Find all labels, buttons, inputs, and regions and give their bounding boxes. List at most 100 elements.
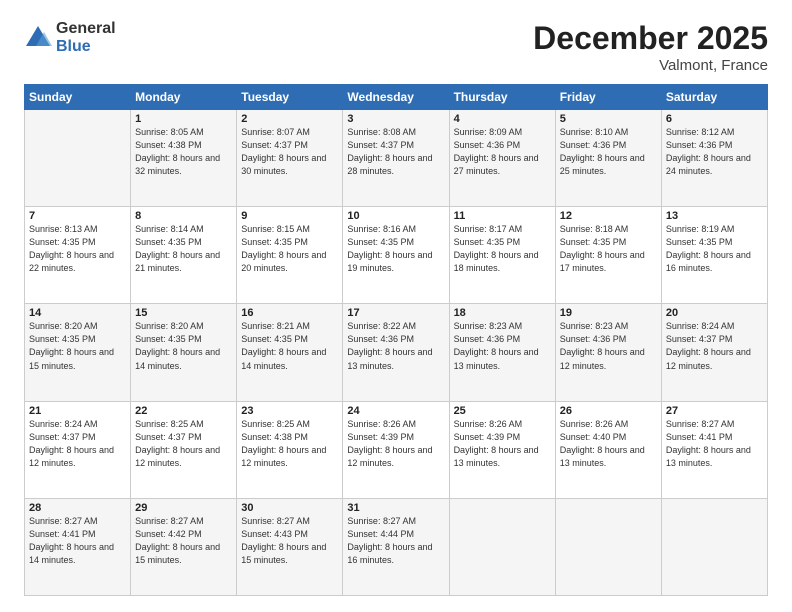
day-info: Sunrise: 8:20 AMSunset: 4:35 PMDaylight:… bbox=[29, 321, 114, 370]
day-number: 22 bbox=[135, 405, 232, 417]
day-info: Sunrise: 8:16 AMSunset: 4:35 PMDaylight:… bbox=[347, 224, 432, 273]
col-sunday: Sunday bbox=[25, 85, 131, 110]
month-title: December 2025 bbox=[533, 20, 768, 57]
day-number: 6 bbox=[666, 113, 763, 125]
day-info: Sunrise: 8:05 AMSunset: 4:38 PMDaylight:… bbox=[135, 127, 220, 176]
day-info: Sunrise: 8:26 AMSunset: 4:40 PMDaylight:… bbox=[560, 419, 645, 468]
day-cell: 15 Sunrise: 8:20 AMSunset: 4:35 PMDayligh… bbox=[131, 304, 237, 401]
day-info: Sunrise: 8:07 AMSunset: 4:37 PMDaylight:… bbox=[241, 127, 326, 176]
day-number: 15 bbox=[135, 307, 232, 319]
day-number: 9 bbox=[241, 210, 338, 222]
day-info: Sunrise: 8:27 AMSunset: 4:42 PMDaylight:… bbox=[135, 516, 220, 565]
col-thursday: Thursday bbox=[449, 85, 555, 110]
day-number: 17 bbox=[347, 307, 444, 319]
day-number: 4 bbox=[454, 113, 551, 125]
day-info: Sunrise: 8:19 AMSunset: 4:35 PMDaylight:… bbox=[666, 224, 751, 273]
header: General Blue December 2025 Valmont, Fran… bbox=[24, 20, 768, 74]
day-info: Sunrise: 8:13 AMSunset: 4:35 PMDaylight:… bbox=[29, 224, 114, 273]
day-cell: 8Sunrise: 8:14 AMSunset: 4:35 PMDaylight… bbox=[131, 207, 237, 304]
day-number: 14 bbox=[29, 307, 126, 319]
title-block: December 2025 Valmont, France bbox=[533, 20, 768, 74]
day-info: Sunrise: 8:24 AMSunset: 4:37 PMDaylight:… bbox=[666, 321, 751, 370]
day-cell: 14 Sunrise: 8:20 AMSunset: 4:35 PMDayligh… bbox=[25, 304, 131, 401]
day-cell: 3 Sunrise: 8:08 AMSunset: 4:37 PMDaylight… bbox=[343, 110, 449, 207]
day-cell: 28 Sunrise: 8:27 AMSunset: 4:41 PMDayligh… bbox=[25, 498, 131, 595]
day-info: Sunrise: 8:27 AMSunset: 4:41 PMDaylight:… bbox=[29, 516, 114, 565]
day-info: Sunrise: 8:27 AMSunset: 4:41 PMDaylight:… bbox=[666, 419, 751, 468]
day-cell: 25Sunrise: 8:26 AMSunset: 4:39 PMDayligh… bbox=[449, 401, 555, 498]
day-cell: 12Sunrise: 8:18 AMSunset: 4:35 PMDayligh… bbox=[555, 207, 661, 304]
day-cell: 30 Sunrise: 8:27 AMSunset: 4:43 PMDayligh… bbox=[237, 498, 343, 595]
day-info: Sunrise: 8:20 AMSunset: 4:35 PMDaylight:… bbox=[135, 321, 220, 370]
day-cell: 5 Sunrise: 8:10 AMSunset: 4:36 PMDaylight… bbox=[555, 110, 661, 207]
logo-blue: Blue bbox=[56, 38, 116, 56]
day-info: Sunrise: 8:10 AMSunset: 4:36 PMDaylight:… bbox=[560, 127, 645, 176]
day-number: 19 bbox=[560, 307, 657, 319]
day-number: 10 bbox=[347, 210, 444, 222]
day-number: 5 bbox=[560, 113, 657, 125]
day-info: Sunrise: 8:21 AMSunset: 4:35 PMDaylight:… bbox=[241, 321, 326, 370]
day-cell: 26 Sunrise: 8:26 AMSunset: 4:40 PMDayligh… bbox=[555, 401, 661, 498]
day-number: 18 bbox=[454, 307, 551, 319]
day-info: Sunrise: 8:25 AMSunset: 4:38 PMDaylight:… bbox=[241, 419, 326, 468]
col-wednesday: Wednesday bbox=[343, 85, 449, 110]
day-info: Sunrise: 8:24 AMSunset: 4:37 PMDaylight:… bbox=[29, 419, 114, 468]
day-cell: 4Sunrise: 8:09 AMSunset: 4:36 PMDaylight… bbox=[449, 110, 555, 207]
day-number: 28 bbox=[29, 502, 126, 514]
day-number: 7 bbox=[29, 210, 126, 222]
day-cell: 24 Sunrise: 8:26 AMSunset: 4:39 PMDayligh… bbox=[343, 401, 449, 498]
day-number: 24 bbox=[347, 405, 444, 417]
day-cell: 6 Sunrise: 8:12 AMSunset: 4:36 PMDaylight… bbox=[661, 110, 767, 207]
calendar-table: Sunday Monday Tuesday Wednesday Thursday… bbox=[24, 84, 768, 596]
week-row-4: 28 Sunrise: 8:27 AMSunset: 4:41 PMDayligh… bbox=[25, 498, 768, 595]
day-cell: 31 Sunrise: 8:27 AMSunset: 4:44 PMDayligh… bbox=[343, 498, 449, 595]
day-number: 30 bbox=[241, 502, 338, 514]
day-cell: 23 Sunrise: 8:25 AMSunset: 4:38 PMDayligh… bbox=[237, 401, 343, 498]
day-number: 20 bbox=[666, 307, 763, 319]
day-info: Sunrise: 8:27 AMSunset: 4:43 PMDaylight:… bbox=[241, 516, 326, 565]
day-info: Sunrise: 8:26 AMSunset: 4:39 PMDaylight:… bbox=[347, 419, 432, 468]
day-info: Sunrise: 8:12 AMSunset: 4:36 PMDaylight:… bbox=[666, 127, 751, 176]
day-number: 23 bbox=[241, 405, 338, 417]
week-row-0: 1Sunrise: 8:05 AMSunset: 4:38 PMDaylight… bbox=[25, 110, 768, 207]
col-monday: Monday bbox=[131, 85, 237, 110]
day-cell: 2 Sunrise: 8:07 AMSunset: 4:37 PMDaylight… bbox=[237, 110, 343, 207]
col-tuesday: Tuesday bbox=[237, 85, 343, 110]
day-info: Sunrise: 8:08 AMSunset: 4:37 PMDaylight:… bbox=[347, 127, 432, 176]
day-info: Sunrise: 8:25 AMSunset: 4:37 PMDaylight:… bbox=[135, 419, 220, 468]
day-cell: 22 Sunrise: 8:25 AMSunset: 4:37 PMDayligh… bbox=[131, 401, 237, 498]
day-cell bbox=[555, 498, 661, 595]
day-info: Sunrise: 8:26 AMSunset: 4:39 PMDaylight:… bbox=[454, 419, 539, 468]
day-cell: 19 Sunrise: 8:23 AMSunset: 4:36 PMDayligh… bbox=[555, 304, 661, 401]
day-cell bbox=[25, 110, 131, 207]
day-cell: 7 Sunrise: 8:13 AMSunset: 4:35 PMDaylight… bbox=[25, 207, 131, 304]
day-number: 26 bbox=[560, 405, 657, 417]
day-number: 8 bbox=[135, 210, 232, 222]
week-row-1: 7 Sunrise: 8:13 AMSunset: 4:35 PMDaylight… bbox=[25, 207, 768, 304]
day-info: Sunrise: 8:17 AMSunset: 4:35 PMDaylight:… bbox=[454, 224, 539, 273]
day-number: 31 bbox=[347, 502, 444, 514]
day-number: 3 bbox=[347, 113, 444, 125]
day-info: Sunrise: 8:15 AMSunset: 4:35 PMDaylight:… bbox=[241, 224, 326, 273]
logo-text: General Blue bbox=[56, 20, 116, 55]
day-cell: 21 Sunrise: 8:24 AMSunset: 4:37 PMDayligh… bbox=[25, 401, 131, 498]
day-info: Sunrise: 8:27 AMSunset: 4:44 PMDaylight:… bbox=[347, 516, 432, 565]
day-cell: 9 Sunrise: 8:15 AMSunset: 4:35 PMDaylight… bbox=[237, 207, 343, 304]
day-cell: 17 Sunrise: 8:22 AMSunset: 4:36 PMDayligh… bbox=[343, 304, 449, 401]
col-saturday: Saturday bbox=[661, 85, 767, 110]
day-cell: 20 Sunrise: 8:24 AMSunset: 4:37 PMDayligh… bbox=[661, 304, 767, 401]
day-cell: 27 Sunrise: 8:27 AMSunset: 4:41 PMDayligh… bbox=[661, 401, 767, 498]
day-number: 2 bbox=[241, 113, 338, 125]
day-info: Sunrise: 8:22 AMSunset: 4:36 PMDaylight:… bbox=[347, 321, 432, 370]
week-row-2: 14 Sunrise: 8:20 AMSunset: 4:35 PMDayligh… bbox=[25, 304, 768, 401]
day-number: 21 bbox=[29, 405, 126, 417]
page: General Blue December 2025 Valmont, Fran… bbox=[0, 0, 792, 612]
logo-icon bbox=[24, 24, 52, 52]
day-number: 11 bbox=[454, 210, 551, 222]
day-number: 29 bbox=[135, 502, 232, 514]
day-number: 27 bbox=[666, 405, 763, 417]
logo-general: General bbox=[56, 20, 116, 38]
day-number: 12 bbox=[560, 210, 657, 222]
day-number: 16 bbox=[241, 307, 338, 319]
day-info: Sunrise: 8:23 AMSunset: 4:36 PMDaylight:… bbox=[560, 321, 645, 370]
